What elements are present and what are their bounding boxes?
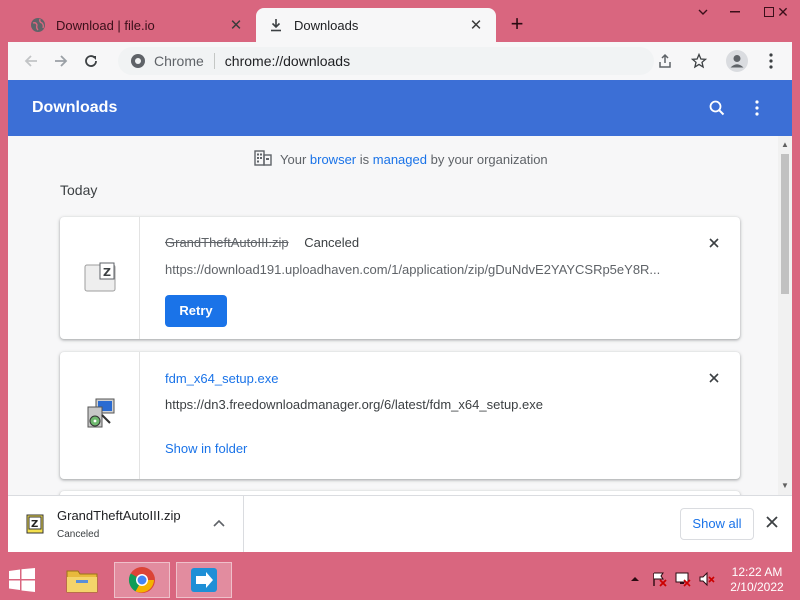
browser-link[interactable]: browser (310, 152, 356, 167)
search-icon[interactable] (700, 91, 734, 125)
windows-taskbar: 12:22 AM 2/10/2022 (0, 560, 800, 600)
download-url[interactable]: https://download191.uploadhaven.com/1/ap… (165, 262, 665, 277)
close-icon (709, 373, 719, 383)
shelf-status: Canceled (57, 529, 100, 540)
file-icon-column (60, 352, 140, 479)
close-shelf-button[interactable] (766, 516, 782, 532)
svg-text:Z: Z (103, 266, 111, 279)
site-chip: Chrome (154, 53, 204, 69)
flag-icon[interactable] (650, 570, 668, 588)
chevron-down-icon[interactable] (686, 0, 720, 24)
chevron-up-icon[interactable] (626, 570, 644, 588)
bookmark-star-icon[interactable] (684, 46, 714, 76)
chrome-logo-icon (130, 53, 146, 69)
tab-title: Download | file.io (56, 17, 155, 33)
shelf-file-name: GrandTheftAutoIII.zip (57, 508, 181, 523)
network-icon[interactable] (674, 570, 692, 588)
date-section-label: Today (60, 182, 98, 198)
share-icon[interactable] (650, 46, 680, 76)
scroll-thumb[interactable] (781, 154, 789, 294)
close-icon (766, 516, 778, 528)
clock-time: 12:22 AM (731, 565, 783, 579)
start-button[interactable] (8, 568, 38, 594)
scrollbar[interactable]: ▲ ▼ (778, 136, 792, 495)
show-all-button[interactable]: Show all (680, 508, 754, 540)
more-options-icon[interactable] (740, 91, 774, 125)
download-card: fdm_x64_setup.exe https://dn3.freedownlo… (60, 352, 740, 479)
downloads-list-area: Your browser is managed by your organiza… (8, 136, 792, 495)
clock-date: 2/10/2022 (730, 580, 784, 594)
tab-title: Downloads (294, 17, 359, 33)
managed-notice: Your browser is managed by your organiza… (254, 150, 548, 169)
omnibox-divider (213, 53, 215, 69)
remove-download-button[interactable] (706, 370, 722, 386)
download-card: Z GrandTheftAutoIII.zip Canceled https:/… (60, 217, 740, 339)
remove-download-button[interactable] (706, 235, 722, 251)
file-name-link[interactable]: fdm_x64_setup.exe (165, 371, 278, 386)
free-download-manager-icon[interactable] (176, 562, 232, 598)
browser-toolbar: Chrome chrome://downloads (8, 42, 792, 80)
close-icon (709, 238, 719, 248)
downloads-header: Downloads (8, 80, 792, 136)
show-in-folder-link[interactable]: Show in folder (165, 441, 247, 456)
taskbar-clock[interactable]: 12:22 AM 2/10/2022 (724, 565, 790, 595)
zip-file-icon: Z (84, 262, 116, 295)
building-icon (254, 150, 272, 169)
back-arrow-icon (24, 55, 37, 67)
profile-avatar[interactable] (722, 46, 752, 76)
page-title: Downloads (32, 99, 118, 116)
reload-icon (85, 55, 97, 67)
download-icon (268, 17, 284, 33)
globe-icon (30, 17, 46, 33)
retry-button[interactable]: Retry (165, 295, 227, 327)
download-status: Canceled (304, 235, 360, 250)
url-text[interactable]: chrome://downloads (225, 53, 350, 69)
address-bar[interactable]: Chrome chrome://downloads (118, 47, 654, 75)
scroll-down-arrow-icon[interactable]: ▼ (778, 479, 792, 493)
svg-text:Z: Z (31, 519, 38, 530)
volume-muted-icon[interactable] (698, 570, 716, 588)
scroll-up-arrow-icon[interactable]: ▲ (778, 138, 792, 152)
managed-text-prefix: Your (280, 152, 310, 167)
zip-file-icon: Z (26, 514, 46, 534)
tab-downloads[interactable]: Downloads ✕ (256, 8, 496, 42)
chrome-icon[interactable] (114, 562, 170, 598)
download-shelf: Z GrandTheftAutoIII.zip Canceled Show al… (8, 495, 792, 552)
browser-titlebar: Download | file.io ✕ Downloads ✕ + ✕ (0, 0, 800, 42)
browser-menu-icon[interactable] (756, 46, 786, 76)
close-icon[interactable]: ✕ (228, 17, 244, 34)
file-icon-column: Z (60, 217, 140, 339)
managed-text-suffix: by your organization (426, 152, 548, 167)
chevron-up-icon[interactable] (212, 516, 228, 532)
tab-file-io[interactable]: Download | file.io ✕ (18, 8, 256, 42)
back-button[interactable] (16, 46, 46, 76)
windows-logo-icon (9, 568, 35, 592)
installer-icon (84, 397, 116, 434)
profile-icon (726, 50, 748, 72)
forward-button[interactable] (46, 46, 76, 76)
file-explorer-icon[interactable] (54, 562, 110, 598)
new-tab-button[interactable]: + (506, 13, 528, 36)
download-url[interactable]: https://dn3.freedownloadmanager.org/6/la… (165, 397, 665, 412)
managed-text-middle: is (356, 152, 373, 167)
forward-arrow-icon (55, 55, 68, 67)
reload-button[interactable] (76, 46, 106, 76)
window-close-button[interactable]: ✕ (766, 0, 800, 24)
file-name: GrandTheftAutoIII.zip (165, 235, 289, 250)
managed-link[interactable]: managed (373, 152, 427, 167)
close-icon[interactable]: ✕ (468, 17, 484, 34)
shelf-download-item[interactable]: Z GrandTheftAutoIII.zip Canceled (8, 496, 244, 552)
minimize-button[interactable] (718, 0, 752, 24)
